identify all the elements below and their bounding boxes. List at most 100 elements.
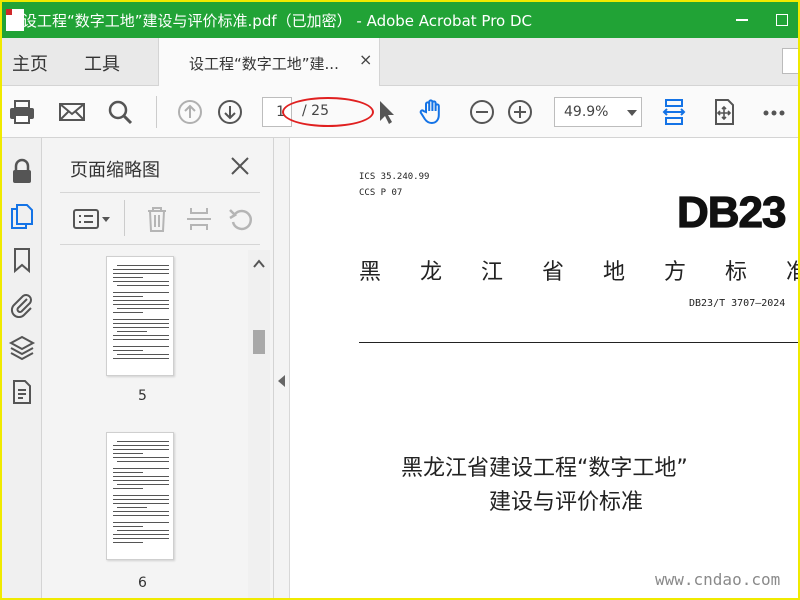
doc-standard-number: DB23/T 3707—2024	[689, 298, 786, 309]
thumbnail-text-line	[113, 488, 143, 489]
panel-title: 页面缩略图	[70, 160, 160, 181]
thumbnail-text-line	[113, 335, 169, 336]
toolbar: 1 / 25 49.9%	[2, 86, 798, 138]
scrollbar-thumb[interactable]	[253, 330, 265, 354]
thumbnail-text-line	[117, 354, 169, 355]
thumbnail-text-line	[117, 530, 169, 531]
panel-splitter[interactable]	[274, 138, 290, 598]
red-annotation-oval	[282, 97, 374, 127]
delete-page-icon[interactable]	[142, 204, 172, 234]
thumbnail-text-line	[113, 273, 169, 274]
thumbnail-text-line	[113, 534, 169, 535]
page-thumbnail-label: 5	[138, 388, 147, 404]
thumbnail-text-line	[117, 441, 169, 442]
doc-province-line: 黑龙江省地方标准	[359, 260, 798, 285]
thumbnail-text-line	[113, 269, 169, 270]
thumbnail-text-line	[117, 331, 147, 332]
thumbnail-text-line	[113, 300, 169, 301]
minimize-button[interactable]	[722, 2, 762, 38]
thumbnail-text-line	[113, 312, 143, 313]
thumbnail-text-line	[117, 265, 169, 266]
thumbnail-text-line	[113, 476, 169, 477]
close-icon[interactable]	[228, 154, 252, 178]
thumbnail-text-line	[117, 308, 169, 309]
thumbnail-text-line	[113, 358, 169, 359]
thumbnail-text-line	[113, 445, 169, 446]
zoom-out-icon[interactable]	[468, 98, 496, 126]
collapse-panel-icon[interactable]	[278, 375, 285, 387]
more-icon[interactable]	[760, 98, 788, 126]
thumbnail-text-line	[117, 507, 147, 508]
page-thumbnails-icon[interactable]	[8, 202, 36, 230]
panel-divider	[60, 192, 260, 193]
fit-page-icon[interactable]	[710, 98, 738, 126]
page-thumbnails-panel: 页面缩略图 5 6	[42, 138, 274, 598]
print-icon[interactable]	[8, 98, 36, 126]
next-page-icon[interactable]	[216, 98, 244, 126]
page-thumbnail[interactable]	[106, 256, 174, 376]
bookmark-icon[interactable]	[8, 246, 36, 274]
document-tab-label: 设工程“数字工地”建...	[189, 55, 339, 73]
thumbnail-text-line	[113, 515, 169, 516]
title-bar: 设工程“数字工地”建设与评价标准.pdf（已加密） - Adobe Acroba…	[2, 2, 798, 38]
thumbnail-text-line	[113, 499, 169, 500]
thumbnail-text-line	[113, 538, 169, 539]
scroll-up-icon[interactable]	[253, 258, 265, 270]
previous-page-icon[interactable]	[176, 98, 204, 126]
thumbnail-text-line	[113, 511, 169, 512]
doc-title-line-2: 建设与评价标准	[489, 490, 644, 515]
insert-page-icon[interactable]	[184, 204, 214, 234]
search-icon[interactable]	[106, 98, 134, 126]
thumbnail-list: 5 6	[52, 250, 248, 598]
fit-width-icon[interactable]	[660, 98, 688, 126]
thumbnail-options-icon[interactable]	[72, 204, 112, 234]
panel-tool-separator	[124, 200, 125, 236]
toolbar-separator	[156, 96, 157, 128]
thumbnail-text-line	[113, 281, 169, 282]
document-icon[interactable]	[8, 378, 36, 406]
thumbnail-text-line	[113, 542, 143, 543]
document-view[interactable]: ICS 35.240.99 CCS P 07 DB23 黑龙江省地方标准 DB2…	[291, 138, 798, 598]
document-tab-close-icon[interactable]: ×	[359, 50, 372, 69]
maximize-button[interactable]	[762, 2, 798, 38]
doc-ccs-code: CCS P 07	[359, 188, 403, 198]
document-tab[interactable]: 设工程“数字工地”建... ×	[158, 38, 380, 86]
thumbnail-text-line	[113, 449, 169, 450]
thumbnail-text-line	[113, 503, 169, 504]
zoom-value: 49.9%	[564, 104, 609, 120]
thumbnail-text-line	[113, 472, 143, 473]
thumbnail-text-line	[113, 350, 143, 351]
menu-home[interactable]: 主页	[12, 50, 48, 76]
thumbnail-text-line	[117, 461, 169, 462]
thumbnail-text-line	[117, 484, 169, 485]
thumbnail-text-line	[117, 285, 169, 286]
doc-ics-code: ICS 35.240.99	[359, 172, 430, 182]
menu-row: 主页 工具 设工程“数字工地”建... ×	[2, 38, 798, 86]
app-window: 设工程“数字工地”建设与评价标准.pdf（已加密） - Adobe Acroba…	[2, 2, 798, 598]
doc-title-line-1: 黑龙江省建设工程“数字工地”	[401, 456, 688, 481]
thumbnail-text-line	[113, 296, 143, 297]
hand-tool-icon[interactable]	[418, 98, 446, 126]
thumbnail-text-line	[113, 495, 169, 496]
thumbnail-text-line	[113, 453, 143, 454]
email-icon[interactable]	[58, 98, 86, 126]
thumbnail-text-line	[113, 339, 169, 340]
thumbnail-text-line	[113, 480, 169, 481]
lock-icon[interactable]	[8, 158, 36, 186]
doc-db-code: DB23	[676, 187, 787, 237]
thumbnail-scrollbar[interactable]	[248, 250, 270, 598]
thumbnail-text-line	[113, 292, 169, 293]
page-thumbnail[interactable]	[106, 432, 174, 560]
help-button[interactable]	[782, 48, 798, 74]
thumbnail-text-line	[113, 457, 169, 458]
rotate-page-icon[interactable]	[226, 204, 256, 234]
attachment-icon[interactable]	[8, 290, 36, 318]
thumbnail-text-line	[113, 304, 169, 305]
zoom-select[interactable]: 49.9%	[554, 97, 642, 127]
select-cursor-icon[interactable]	[372, 98, 400, 126]
layers-icon[interactable]	[8, 334, 36, 362]
zoom-in-icon[interactable]	[506, 98, 534, 126]
menu-tools[interactable]: 工具	[84, 50, 120, 76]
thumbnail-text-line	[113, 319, 169, 320]
left-navigation-rail	[2, 138, 42, 598]
